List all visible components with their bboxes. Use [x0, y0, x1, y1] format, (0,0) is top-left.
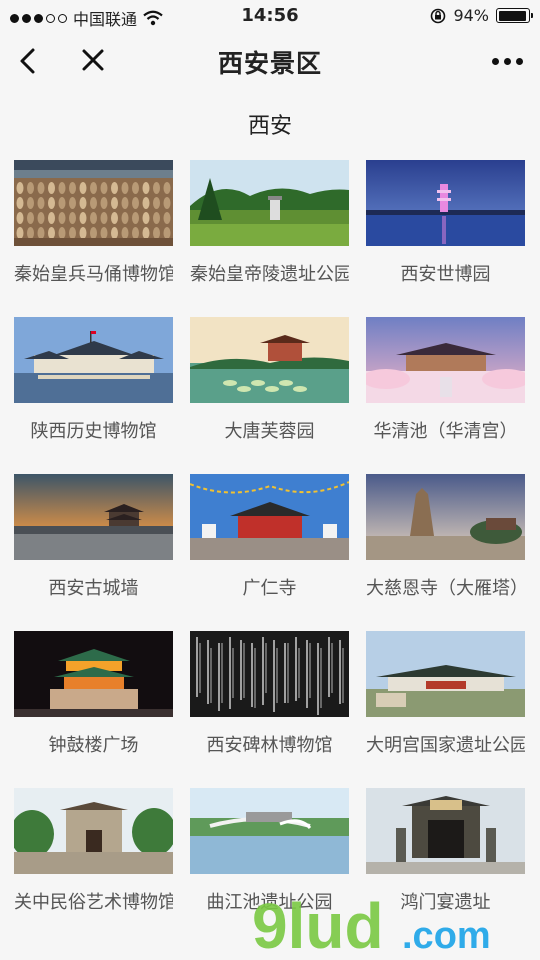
wild-goose-pagoda-photo[interactable] — [366, 474, 525, 560]
scenic-spot-label: 曲江池遗址公园 — [206, 892, 333, 913]
stele-forest-photo[interactable] — [190, 631, 349, 717]
scenic-spot-card[interactable]: 关中民俗艺术博物馆 — [14, 788, 173, 945]
scenic-spot-label: 鸿门宴遗址 — [400, 892, 491, 913]
qujiang-pool-photo[interactable] — [190, 788, 349, 874]
close-button[interactable] — [72, 40, 114, 82]
more-dot — [503, 57, 511, 65]
scenic-spot-label: 秦始皇帝陵遗址公园 — [190, 264, 349, 285]
status-bar: 中国联通 14:56 94% — [0, 0, 540, 32]
scenic-spot-label: 西安古城墙 — [48, 578, 139, 599]
hongmen-feast-photo[interactable] — [366, 788, 525, 874]
more-button[interactable] — [484, 40, 530, 82]
bell-tower-photo[interactable] — [14, 631, 173, 717]
mausoleum-park-photo[interactable] — [190, 160, 349, 246]
scenic-spot-label: 西安世博园 — [400, 264, 491, 285]
expo-garden-photo[interactable] — [366, 160, 525, 246]
folk-art-museum-photo[interactable] — [14, 788, 173, 874]
section-title: 西安 — [247, 114, 292, 139]
scenic-spot-label: 秦始皇兵马俑博物馆 — [14, 264, 173, 285]
scenic-spot-card[interactable]: 大明宫国家遗址公园 — [366, 631, 525, 788]
status-right: 94% — [430, 6, 533, 25]
more-dot — [491, 57, 499, 65]
scenic-spot-card[interactable]: 秦始皇帝陵遗址公园 — [190, 160, 349, 317]
huaqing-palace-photo[interactable] — [366, 317, 525, 403]
scenic-spot-card[interactable]: 西安世博园 — [366, 160, 525, 317]
scenic-spot-label: 西安碑林博物馆 — [206, 735, 333, 756]
scenic-spot-label: 关中民俗艺术博物馆 — [14, 892, 173, 913]
scenic-spot-card[interactable]: 大慈恩寺（大雁塔） — [366, 474, 525, 631]
scenic-spot-card[interactable]: 陕西历史博物馆 — [14, 317, 173, 474]
scenic-spot-label: 钟鼓楼广场 — [48, 735, 139, 756]
scenic-spot-card[interactable]: 曲江池遗址公园 — [190, 788, 349, 945]
daming-palace-photo[interactable] — [366, 631, 525, 717]
city-wall-photo[interactable] — [14, 474, 173, 560]
battery-percent: 94% — [453, 6, 489, 25]
scenic-spot-card[interactable]: 广仁寺 — [190, 474, 349, 631]
scenic-spot-card[interactable]: 华清池（华清宫） — [366, 317, 525, 474]
back-button[interactable] — [8, 40, 50, 82]
battery-level — [498, 10, 526, 21]
more-dot — [515, 57, 523, 65]
scenic-spot-label: 广仁寺 — [242, 578, 297, 599]
scenic-spot-card[interactable]: 西安碑林博物馆 — [190, 631, 349, 788]
scenic-spot-grid: 秦始皇兵马俑博物馆 秦始皇帝陵遗址公园 西安世博园 陕西历史博物馆 大唐芙蓉园 … — [14, 160, 526, 945]
scenic-spot-card[interactable]: 大唐芙蓉园 — [190, 317, 349, 474]
scenic-spot-label: 大慈恩寺（大雁塔） — [366, 578, 525, 599]
rotation-lock-icon — [431, 8, 446, 23]
battery-icon — [496, 8, 533, 23]
chevron-left-icon — [20, 48, 35, 74]
scenic-spot-card[interactable]: 秦始皇兵马俑博物馆 — [14, 160, 173, 317]
history-museum-photo[interactable] — [14, 317, 173, 403]
scenic-spot-label: 大明宫国家遗址公园 — [366, 735, 525, 756]
scenic-spot-card[interactable]: 西安古城墙 — [14, 474, 173, 631]
scenic-spot-card[interactable]: 钟鼓楼广场 — [14, 631, 173, 788]
close-icon — [82, 49, 104, 71]
nav-bar: 西安景区 — [0, 32, 540, 90]
scenic-spot-label: 陕西历史博物馆 — [30, 421, 157, 442]
scenic-spot-label: 大唐芙蓉园 — [224, 421, 315, 442]
guangren-temple-photo[interactable] — [190, 474, 349, 560]
furong-garden-photo[interactable] — [190, 317, 349, 403]
scenic-spot-label: 华清池（华清宫） — [373, 421, 518, 442]
scenic-spot-card[interactable]: 鸿门宴遗址 — [366, 788, 525, 945]
terracotta-army-photo[interactable] — [14, 160, 173, 246]
